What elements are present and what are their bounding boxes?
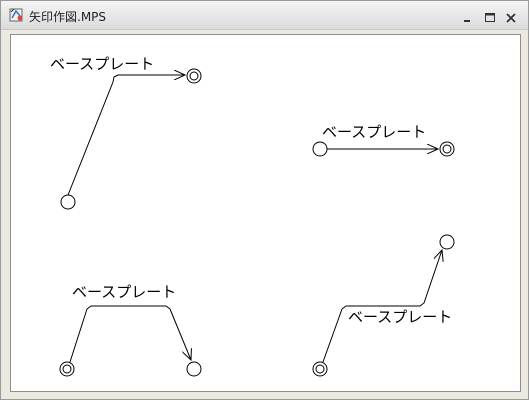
arrow-1-label: ベースプレート (50, 55, 154, 73)
title-bar[interactable]: 矢印作図.MPS (1, 1, 528, 30)
arrow-4[interactable]: ベースプレート (312, 234, 455, 377)
arrow-4-end-circle (439, 234, 455, 250)
maximize-button[interactable] (483, 11, 497, 25)
arrow-2[interactable]: ベースプレート (312, 123, 455, 157)
arrow-3-start-double-circle (59, 361, 75, 377)
arrow-4-label: ベースプレート (348, 308, 452, 326)
window-title: 矢印作図.MPS (29, 10, 107, 24)
arrow-3[interactable]: ベースプレート (59, 283, 202, 377)
minimize-button[interactable] (461, 11, 475, 25)
arrow-4-start-double-circle (312, 361, 328, 377)
arrow-2-start-circle (312, 141, 328, 157)
arrow-1-path (67, 75, 185, 196)
drawing-canvas[interactable]: ベースプレート ベースプレート ベースプレート ベースプレート (10, 34, 521, 392)
close-icon (506, 13, 516, 23)
arrow-1[interactable]: ベースプレート (50, 55, 202, 210)
arrow-1-start-circle (60, 194, 76, 210)
arrow-3-label: ベースプレート (72, 283, 176, 301)
app-icon (9, 7, 25, 23)
arrow-2-end-double-circle (439, 141, 455, 157)
maximize-icon (485, 13, 495, 22)
app-window: 矢印作図.MPS ベースプレート ベースプレート ベースプレート ベースプレート (0, 0, 529, 400)
arrow-1-end-double-circle (186, 68, 202, 84)
minimize-icon (464, 20, 470, 22)
arrow-3-path (69, 305, 191, 363)
close-button[interactable] (504, 11, 518, 25)
arrow-4-path (322, 250, 442, 363)
drawing-surface: ベースプレート ベースプレート ベースプレート ベースプレート (50, 55, 455, 377)
arrow-2-label: ベースプレート (322, 123, 426, 141)
arrow-3-end-circle (186, 361, 202, 377)
